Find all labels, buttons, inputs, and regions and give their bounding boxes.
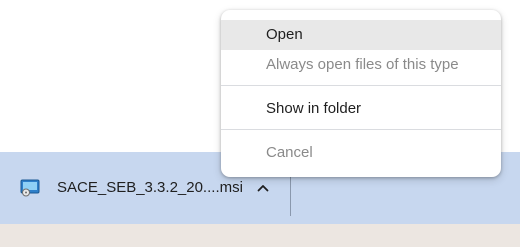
menu-item-always-open[interactable]: Always open files of this type (221, 50, 501, 80)
download-file-name: SACE_SEB_3.3.2_20....msi (57, 179, 243, 196)
chevron-up-icon (257, 185, 269, 192)
menu-item-show-in-folder[interactable]: Show in folder (221, 94, 501, 124)
taskbar-strip (0, 224, 520, 247)
download-menu-toggle-button[interactable] (248, 174, 278, 202)
installer-package-icon (20, 179, 41, 197)
menu-item-cancel[interactable]: Cancel (221, 138, 501, 168)
menu-separator (221, 129, 501, 130)
menu-separator (221, 85, 501, 86)
menu-item-open[interactable]: Open (221, 20, 501, 50)
download-context-menu: Open Always open files of this type Show… (221, 10, 501, 177)
